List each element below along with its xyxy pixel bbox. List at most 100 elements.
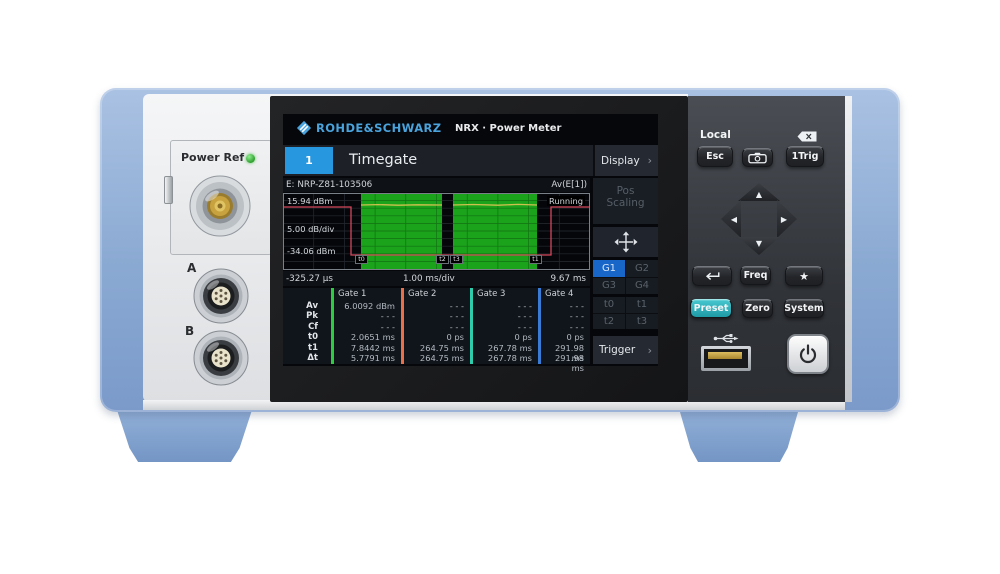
local-label: Local xyxy=(700,129,731,141)
gate-value: 5.7791 ms xyxy=(334,353,401,363)
status-badge: Running xyxy=(547,196,585,206)
system-button[interactable]: System xyxy=(784,299,824,318)
screenshot-button[interactable] xyxy=(742,148,773,167)
gate-3-header: Gate 3 xyxy=(473,288,538,301)
pos-label: Pos xyxy=(593,185,658,197)
x-axis-end: 9.67 ms xyxy=(550,274,586,284)
x-axis-scale: 1.00 ms/div xyxy=(403,274,455,284)
chevron-right-icon: › xyxy=(648,344,652,357)
power-ref-label: Power Ref xyxy=(181,151,244,164)
gate-2-header: Gate 2 xyxy=(404,288,470,301)
panel-latch xyxy=(164,176,173,204)
usb-port xyxy=(701,346,751,371)
tab-title[interactable]: Timegate xyxy=(349,145,417,176)
gate-value: 2.0651 ms xyxy=(334,332,401,342)
device-photo: Power Ref A B xyxy=(0,0,1000,574)
panel-edge xyxy=(845,96,852,402)
left-foot xyxy=(112,408,257,462)
marker-t2[interactable]: t2 xyxy=(436,255,449,264)
freq-button[interactable]: Freq xyxy=(740,266,771,285)
gate-value: - - - xyxy=(334,322,401,332)
sensor-info-bar: E: NRP-Z81-103506 Av(E[1]) xyxy=(283,178,590,192)
channel-a-connector xyxy=(193,268,249,324)
time-t0-button[interactable]: t0 xyxy=(593,297,625,313)
right-foot xyxy=(675,408,803,462)
power-ref-connector xyxy=(189,175,251,237)
gate-g3-button[interactable]: G3 xyxy=(593,278,625,295)
measurement-mode: Av(E[1]) xyxy=(551,180,587,190)
gate-value: - - - xyxy=(473,322,538,332)
x-axis-start: -325.27 µs xyxy=(286,274,333,284)
gate-value: 291.98 ms xyxy=(541,343,590,353)
marker-t3[interactable]: t3 xyxy=(450,255,463,264)
time-t2-button[interactable]: t2 xyxy=(593,314,625,330)
gate-1-header: Gate 1 xyxy=(334,288,401,301)
time-t3-button[interactable]: t3 xyxy=(626,314,658,330)
usb-port-inner xyxy=(704,349,748,368)
channel-b-connector xyxy=(193,330,249,386)
gate-g2-button[interactable]: G2 xyxy=(626,260,658,277)
row-label-cf: Cf xyxy=(283,322,331,332)
touchscreen[interactable]: ROHDE&SCHWARZ NRX · Power Meter 1 Timega… xyxy=(283,114,658,366)
gate-g1-button[interactable]: G1 xyxy=(593,260,625,277)
row-label-column: Av Pk Cf t0 t1 Δt xyxy=(283,288,331,364)
gate-value: 6.0092 dBm xyxy=(334,301,401,311)
gate-value: - - - xyxy=(404,311,470,321)
channel-tab-badge[interactable]: 1 xyxy=(285,147,333,174)
esc-button[interactable]: Esc xyxy=(697,146,733,167)
gate-value: - - - xyxy=(334,311,401,321)
favorites-button[interactable]: ★ xyxy=(785,266,823,286)
gate-value: 267.78 ms xyxy=(473,343,538,353)
gate-value: - - - xyxy=(541,311,590,321)
star-icon: ★ xyxy=(799,270,809,283)
y-axis-max: 15.94 dBm xyxy=(287,196,332,206)
gate-value: - - - xyxy=(473,301,538,311)
preset-button[interactable]: Preset xyxy=(690,299,732,318)
gate-2-column: Gate 2 - - - - - - - - - 0 ps 264.75 ms … xyxy=(401,288,470,364)
gate-value: 0 ps xyxy=(541,332,590,342)
trace-graph[interactable]: 15.94 dBm Running 5.00 dB/div -34.06 dBm… xyxy=(283,193,590,270)
scaling-label: Scaling xyxy=(593,197,658,209)
gate-value: 264.75 ms xyxy=(404,343,470,353)
row-label-t0: t0 xyxy=(283,332,331,342)
display-button[interactable]: Display › xyxy=(593,145,658,176)
enter-icon xyxy=(703,271,721,281)
softkey-column: Pos Scaling G1 G2 G3 G4 t0 t1 xyxy=(593,178,658,364)
trig-button[interactable]: 1Trig xyxy=(786,146,824,167)
marker-t1[interactable]: t1 xyxy=(529,255,542,264)
enter-button[interactable] xyxy=(692,266,732,286)
gate-value: 267.78 ms xyxy=(473,353,538,363)
pos-scaling-button[interactable]: Pos Scaling xyxy=(593,178,658,224)
gate-value: - - - xyxy=(404,301,470,311)
gate-g4-button[interactable]: G4 xyxy=(626,278,658,295)
gate-value: 0 ps xyxy=(473,332,538,342)
trigger-button[interactable]: Trigger › xyxy=(593,336,658,364)
rohde-schwarz-logo xyxy=(296,120,312,136)
zero-button[interactable]: Zero xyxy=(742,299,773,318)
time-t1-button[interactable]: t1 xyxy=(626,297,658,313)
gate-value: 0 ps xyxy=(404,332,470,342)
y-axis-min: -34.06 dBm xyxy=(287,246,335,256)
power-ref-led xyxy=(246,154,255,163)
gate-value: - - - xyxy=(541,322,590,332)
camera-icon xyxy=(748,152,767,164)
brand-text: ROHDE&SCHWARZ xyxy=(316,121,442,135)
row-label-t1: t1 xyxy=(283,343,331,353)
power-icon xyxy=(798,344,818,364)
gate-value: - - - xyxy=(473,311,538,321)
display-button-label: Display xyxy=(601,155,640,167)
move-arrows-icon xyxy=(613,231,639,253)
marker-t0[interactable]: t0 xyxy=(355,255,368,264)
sensor-id: E: NRP-Z81-103506 xyxy=(286,180,372,190)
gate-4-header: Gate 4 xyxy=(541,288,590,301)
y-axis-scale: 5.00 dB/div xyxy=(287,224,334,234)
power-button[interactable] xyxy=(787,334,829,374)
move-trace-button[interactable] xyxy=(593,227,658,257)
gate-value: - - - xyxy=(404,322,470,332)
chevron-right-icon: › xyxy=(648,154,652,167)
row-label-dt: Δt xyxy=(283,353,331,363)
time-axis-bar: -325.27 µs 1.00 ms/div 9.67 ms xyxy=(283,271,590,286)
gate-value: - - - xyxy=(541,301,590,311)
tab-bar: 1 Timegate Display › xyxy=(283,145,658,176)
gate-value: 264.75 ms xyxy=(404,353,470,363)
